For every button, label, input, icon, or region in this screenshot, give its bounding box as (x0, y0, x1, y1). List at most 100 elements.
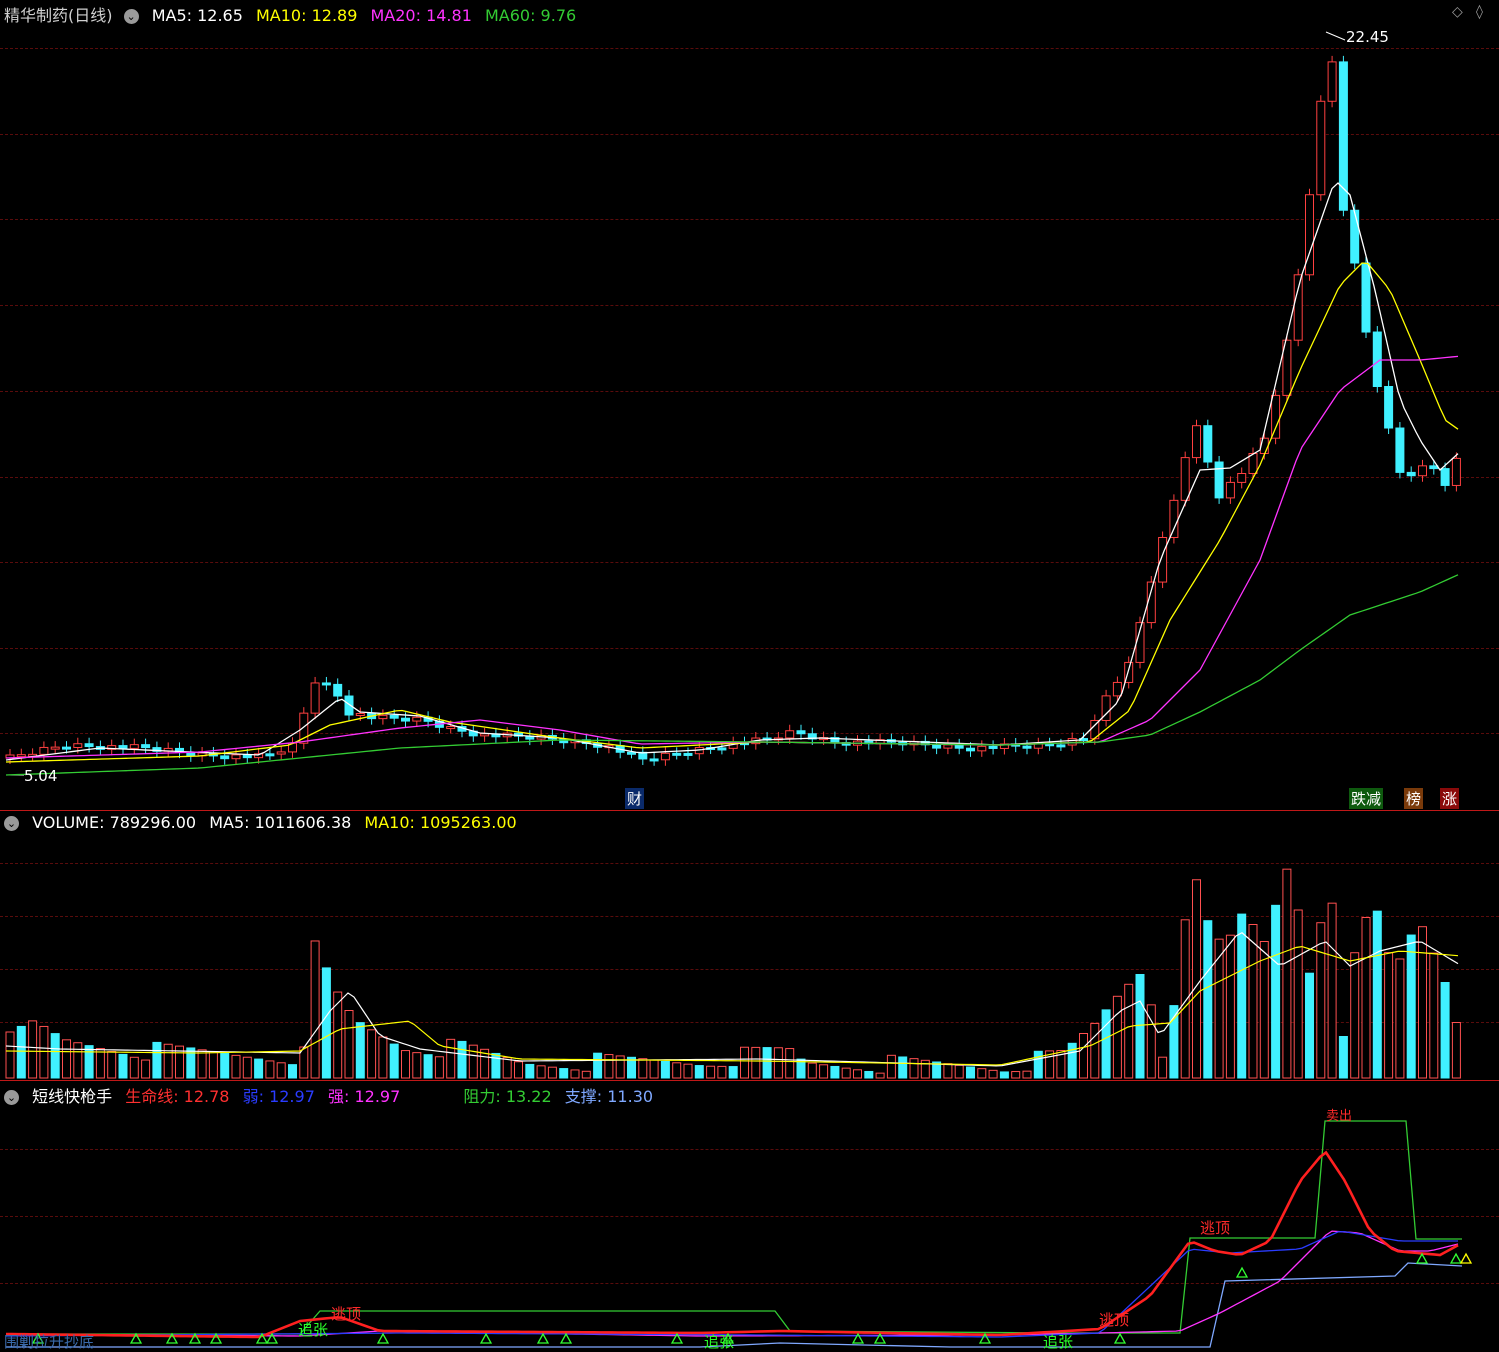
indicator-name: 短线快枪手 (32, 1087, 113, 1106)
signal-triangle-icon (536, 1332, 550, 1344)
candle-body (1350, 209, 1360, 264)
stock-title: 精华制药(日线) (4, 6, 113, 25)
indicator-strong: 强: 12.97 (327, 1087, 401, 1106)
volume-bar (909, 1058, 919, 1079)
volume-ma5: MA5: 1011606.38 (209, 813, 352, 832)
volume-bar (1124, 983, 1134, 1079)
candle-body (1271, 394, 1281, 439)
signal-triangle-icon (1415, 1252, 1429, 1264)
signal-taoding-3: 逃顶 (1200, 1219, 1231, 1237)
volume-bar (683, 1063, 693, 1079)
candle-body (660, 752, 670, 761)
candle-body (378, 714, 388, 720)
volume-bar (502, 1057, 512, 1079)
volume-bar (570, 1069, 580, 1079)
volume-bar (1316, 922, 1326, 1079)
candle-body (220, 755, 230, 760)
volume-bar (1033, 1050, 1043, 1079)
signal-taoding-1: 逃顶 (331, 1305, 362, 1323)
volume-panel[interactable]: ⌄ VOLUME: 789296.00 MA5: 1011606.38 MA10… (0, 810, 1499, 1081)
badge-bang[interactable]: 榜 (1404, 788, 1424, 809)
volume-bar (864, 1070, 874, 1079)
volume-bar (468, 1044, 478, 1079)
volume-bar (1079, 1033, 1088, 1079)
volume-bar (401, 1050, 410, 1079)
badge-zhang[interactable]: 涨 (1440, 788, 1460, 809)
volume-bar (886, 1054, 896, 1079)
candle-body (1180, 457, 1190, 501)
volume-bar (412, 1052, 422, 1079)
volume-bar (220, 1053, 230, 1079)
volume-bar (276, 1062, 286, 1079)
volume-bar (344, 1010, 354, 1079)
low-price-label: 5.04 (24, 767, 58, 785)
volume-bar (288, 1064, 297, 1079)
volume-bar (943, 1063, 953, 1079)
candle-body (988, 745, 998, 749)
candle-body (1203, 425, 1213, 463)
ma60-value: MA60: 9.76 (484, 6, 577, 25)
candle-body (50, 746, 60, 750)
candle-body (1384, 386, 1394, 429)
collapse-icon[interactable]: ◊ (1476, 4, 1483, 20)
volume-bar (514, 1061, 523, 1079)
volume-bar (672, 1062, 682, 1079)
volume-bar (163, 1043, 173, 1079)
info-icon[interactable]: ⌄ (123, 9, 139, 24)
volume-bar (660, 1060, 670, 1079)
volume-bar (898, 1056, 908, 1079)
candle-body (321, 682, 331, 686)
candle-body (39, 746, 49, 755)
candle-body (1158, 537, 1168, 583)
candle-body (1440, 468, 1450, 486)
volume-bar (1180, 919, 1190, 1079)
badge-cai[interactable]: 财 (625, 788, 645, 809)
volume-bar (819, 1064, 829, 1079)
badge-diejian[interactable]: 跌减 (1349, 788, 1384, 809)
candle-body (1395, 427, 1405, 473)
volume-bar (446, 1038, 456, 1079)
volume-info-icon[interactable]: ⌄ (4, 816, 19, 831)
volume-bar (95, 1048, 105, 1079)
volume-bar (1418, 926, 1427, 1079)
indicator-panel[interactable]: ⌄ 短线快枪手 生命线: 12.78 弱: 12.97 强: 12.97 阻力:… (0, 1080, 1499, 1351)
volume-bar (807, 1062, 817, 1079)
lifeline-line (5, 1150, 1459, 1339)
candle-body (355, 713, 365, 717)
candle-body (1237, 473, 1247, 483)
candle-body (785, 730, 795, 739)
candle-body (717, 747, 727, 751)
indicator-support: 支撑: 11.30 (564, 1087, 654, 1106)
volume-bar (73, 1042, 83, 1079)
volume-bar (50, 1033, 60, 1079)
volume-bar (152, 1041, 162, 1079)
volume-bar (694, 1065, 704, 1079)
price-header: 精华制药(日线) ⌄ MA5: 12.65 MA10: 12.89 MA20: … (4, 2, 584, 25)
price-panel[interactable]: 精华制药(日线) ⌄ MA5: 12.65 MA10: 12.89 MA20: … (0, 0, 1499, 810)
candle-body (1293, 274, 1303, 341)
volume-bar (367, 1029, 377, 1079)
diamond-icon[interactable]: ◇ (1452, 4, 1463, 20)
volume-bar (16, 1025, 26, 1079)
volume-bar (355, 1022, 365, 1079)
volume-bar (762, 1047, 772, 1079)
volume-bar (717, 1065, 727, 1079)
volume-bar (988, 1069, 998, 1079)
signal-triangle-icon (1113, 1332, 1127, 1344)
volume-bar (604, 1054, 614, 1079)
volume-bar (321, 967, 331, 1079)
volume-bar (1372, 910, 1382, 1079)
volume-bar (1135, 974, 1145, 1079)
volume-bar (954, 1064, 964, 1079)
indicator-info-icon[interactable]: ⌄ (4, 1090, 19, 1105)
volume-bar (434, 1056, 444, 1079)
candle-body (73, 743, 83, 748)
volume-bar (254, 1058, 264, 1079)
strong-line (5, 1230, 1459, 1337)
volume-bar (107, 1050, 117, 1079)
candle-body (412, 716, 422, 722)
candle-body (1406, 471, 1416, 477)
signal-triangle-icon (559, 1332, 573, 1344)
signal-triangle-icon (1449, 1252, 1463, 1264)
volume-bar (1192, 879, 1201, 1079)
